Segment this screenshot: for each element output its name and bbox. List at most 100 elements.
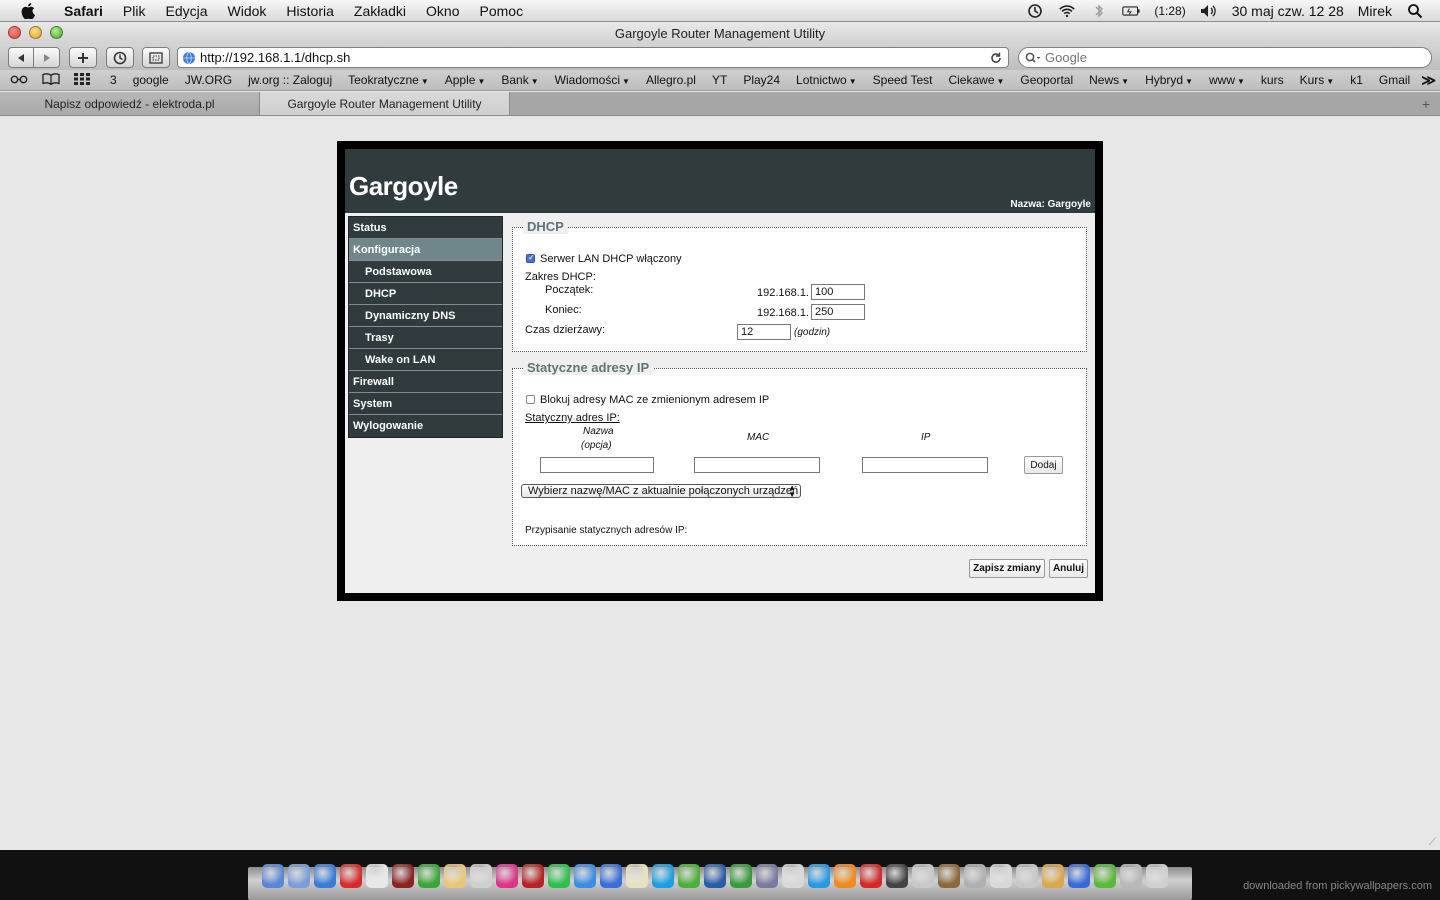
- static-name-input[interactable]: [540, 457, 654, 473]
- battery-icon[interactable]: [1122, 3, 1140, 19]
- static-mac-input[interactable]: [694, 457, 820, 473]
- reload-icon[interactable]: [988, 50, 1004, 66]
- apple-menu-icon[interactable]: [18, 2, 38, 19]
- dock-app-icon[interactable]: [418, 864, 440, 888]
- dhcp-start-input[interactable]: [811, 284, 865, 300]
- dock-app-icon[interactable]: [522, 864, 544, 888]
- spotlight-search-icon[interactable]: [1406, 3, 1424, 19]
- bookmark-item[interactable]: Ciekawe ▼: [940, 73, 1012, 87]
- static-ip-input[interactable]: [862, 457, 988, 473]
- dock-app-icon[interactable]: [626, 864, 648, 888]
- dock-app-icon[interactable]: [1042, 864, 1064, 888]
- bookmark-item[interactable]: Kurs ▼: [1292, 73, 1343, 87]
- dock-app-icon[interactable]: [262, 864, 284, 888]
- dock-app-icon[interactable]: [1120, 864, 1142, 888]
- dock-app-icon[interactable]: [1146, 864, 1168, 888]
- volume-icon[interactable]: [1200, 3, 1218, 19]
- resize-grip-icon[interactable]: ⟋: [1429, 837, 1436, 848]
- dock-app-icon[interactable]: [730, 864, 752, 888]
- nav-item-trasy[interactable]: Trasy: [349, 327, 502, 349]
- menu-pomoc[interactable]: Pomoc: [470, 3, 534, 19]
- dock-app-icon[interactable]: [444, 864, 466, 888]
- dock-app-icon[interactable]: [860, 864, 882, 888]
- add-bookmark-button[interactable]: [69, 47, 97, 68]
- new-tab-plus-icon[interactable]: +: [1422, 96, 1430, 112]
- address-bar[interactable]: [177, 47, 1009, 68]
- bookmark-item[interactable]: Teokratyczne ▼: [340, 73, 437, 87]
- zoom-window-button[interactable]: [50, 26, 63, 39]
- dock-app-icon[interactable]: [834, 864, 856, 888]
- bookmark-item[interactable]: Lotnictwo ▼: [788, 73, 865, 87]
- bookmark-item[interactable]: Wiadomości ▼: [547, 73, 638, 87]
- bookmark-item[interactable]: Geoportal: [1012, 73, 1081, 87]
- dock-app-icon[interactable]: [288, 864, 310, 888]
- top-sites-grid-icon[interactable]: [74, 72, 90, 88]
- dock-app-icon[interactable]: [496, 864, 518, 888]
- bookmark-item[interactable]: k1: [1342, 73, 1371, 87]
- dock-app-icon[interactable]: [600, 864, 622, 888]
- url-input[interactable]: [200, 50, 988, 65]
- dock-app-icon[interactable]: [912, 864, 934, 888]
- search-bar[interactable]: [1018, 47, 1432, 68]
- dock-app-icon[interactable]: [938, 864, 960, 888]
- dock-app-icon[interactable]: [470, 864, 492, 888]
- nav-item-status[interactable]: Status: [349, 217, 502, 239]
- more-bookmarks-chevron-icon[interactable]: ≫: [1421, 72, 1436, 89]
- clock[interactable]: 30 maj czw. 12 28: [1232, 3, 1344, 19]
- close-window-button[interactable]: [8, 26, 21, 39]
- menu-edycja[interactable]: Edycja: [155, 3, 217, 19]
- back-button[interactable]: [8, 47, 34, 68]
- bookmark-item[interactable]: Bank ▼: [493, 73, 546, 87]
- bookmark-item[interactable]: Apple ▼: [437, 73, 494, 87]
- nav-item-firewall[interactable]: Firewall: [349, 371, 502, 393]
- cancel-button[interactable]: Anuluj: [1049, 559, 1088, 578]
- time-machine-icon[interactable]: [1026, 3, 1044, 19]
- bookmark-item[interactable]: News ▼: [1081, 73, 1137, 87]
- bookmark-item[interactable]: 3: [102, 73, 125, 87]
- connected-devices-select[interactable]: Wybierz nazwę/MAC z aktualnie połączonyc…: [521, 484, 801, 499]
- dock-app-icon[interactable]: [392, 864, 414, 888]
- tab-gargoyle[interactable]: Gargoyle Router Management Utility: [260, 92, 510, 115]
- block-mac-checkbox[interactable]: [526, 395, 535, 404]
- bookmark-item[interactable]: Speed Test: [865, 73, 941, 87]
- forward-button[interactable]: [34, 47, 60, 68]
- dock-app-icon[interactable]: [548, 864, 570, 888]
- bookmark-item[interactable]: google: [125, 73, 177, 87]
- bookmark-item[interactable]: Allegro.pl: [638, 73, 704, 87]
- dock-app-icon[interactable]: [1016, 864, 1038, 888]
- bookmark-item[interactable]: JW.ORG: [177, 73, 240, 87]
- bookmark-item[interactable]: www ▼: [1201, 73, 1253, 87]
- menu-plik[interactable]: Plik: [113, 3, 156, 19]
- dock-app-icon[interactable]: [782, 864, 804, 888]
- dhcp-end-input[interactable]: [811, 304, 865, 320]
- history-button[interactable]: [106, 47, 134, 68]
- dock-app-icon[interactable]: [678, 864, 700, 888]
- bookmark-item[interactable]: YT: [704, 73, 735, 87]
- dock-app-icon[interactable]: [574, 864, 596, 888]
- dock-app-icon[interactable]: [340, 864, 362, 888]
- bookmark-item[interactable]: Gmail: [1371, 73, 1418, 87]
- dock-app-icon[interactable]: [704, 864, 726, 888]
- save-changes-button[interactable]: Zapisz zmiany: [969, 559, 1045, 578]
- bookmark-item[interactable]: Hybryd ▼: [1137, 73, 1201, 87]
- menu-historia[interactable]: Historia: [276, 3, 343, 19]
- bookmarks-book-icon[interactable]: [42, 72, 60, 88]
- dock-app-icon[interactable]: [1068, 864, 1090, 888]
- bookmark-item[interactable]: Play24: [735, 73, 788, 87]
- menu-widok[interactable]: Widok: [218, 3, 277, 19]
- menu-zakladki[interactable]: Zakładki: [344, 3, 416, 19]
- user-name[interactable]: Mirek: [1358, 3, 1392, 19]
- bluetooth-icon[interactable]: [1090, 3, 1108, 19]
- minimize-window-button[interactable]: [29, 26, 42, 39]
- bookmark-item[interactable]: jw.org :: Zaloguj: [240, 73, 340, 87]
- webclip-button[interactable]: [142, 47, 170, 68]
- dock-app-icon[interactable]: [1094, 864, 1116, 888]
- app-menu-safari[interactable]: Safari: [54, 3, 113, 19]
- lease-time-input[interactable]: [737, 324, 791, 340]
- menu-okno[interactable]: Okno: [416, 3, 469, 19]
- dock-app-icon[interactable]: [366, 864, 388, 888]
- add-static-ip-button[interactable]: Dodaj: [1024, 456, 1063, 474]
- dock-app-icon[interactable]: [808, 864, 830, 888]
- dock-app-icon[interactable]: [652, 864, 674, 888]
- nav-item-dhcp[interactable]: DHCP: [349, 283, 502, 305]
